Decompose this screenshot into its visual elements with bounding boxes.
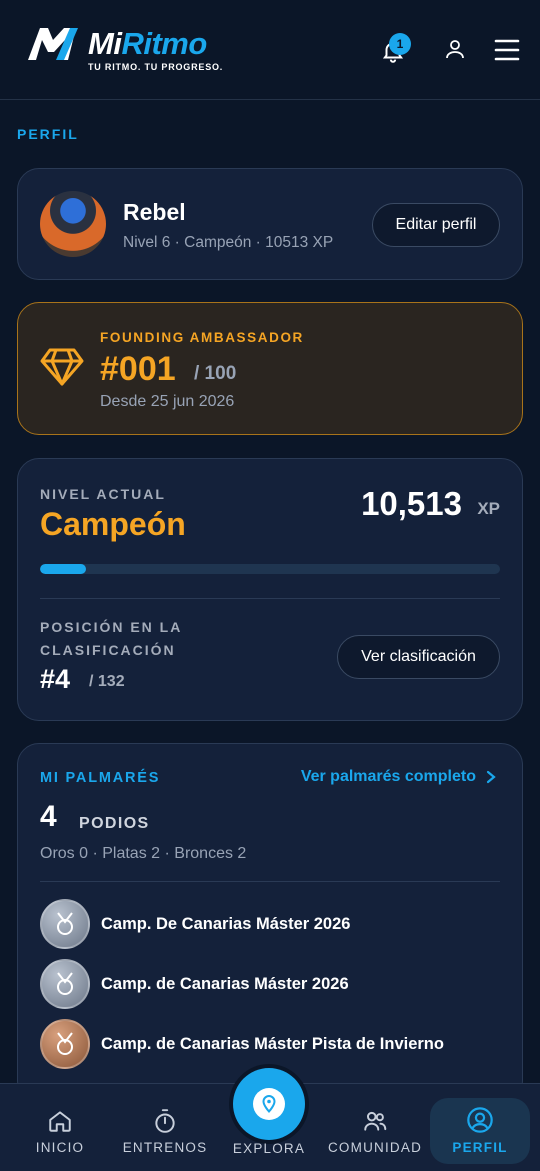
profile-name: Rebel [123, 199, 186, 225]
menu-icon[interactable] [494, 38, 520, 62]
view-palmares-link-label: Ver palmarés completo [300, 768, 476, 785]
notification-badge: 1 [389, 33, 411, 55]
view-ranking-button[interactable]: Ver clasificación [337, 635, 500, 679]
list-item[interactable]: Camp. de Canarias Máster Pista de Invier… [40, 1019, 444, 1069]
profile-card: Rebel Nivel 6 · Campeón · 10513 XP Edita… [17, 168, 523, 280]
home-icon [49, 1111, 71, 1132]
user-icon[interactable] [443, 37, 467, 61]
stopwatch-icon [155, 1109, 175, 1133]
diamond-icon [40, 348, 84, 386]
app-header: MiRitmo TU RITMO. TU PROGRESO. 1 [0, 0, 540, 100]
ambassador-total: / 100 [194, 363, 237, 384]
xp-value: 10,513 [361, 485, 462, 522]
view-palmares-link[interactable]: Ver palmarés completo [301, 768, 496, 786]
podium-count: 4 [40, 800, 57, 833]
location-pin-icon [253, 1088, 285, 1120]
brand-logo[interactable]: MiRitmo TU RITMO. TU PROGRESO. [26, 24, 222, 72]
divider [40, 881, 500, 882]
ambassador-since: Desde 25 jun 2026 [100, 393, 235, 410]
podium-title: Camp. de Canarias Máster 2026 [101, 974, 349, 993]
brand-tagline: TU RITMO. TU PROGRESO. [88, 62, 224, 72]
podium-title: Camp. de Canarias Máster Pista de Invier… [101, 1034, 444, 1053]
profile-subtitle: Nivel 6 · Campeón · 10513 XP [123, 234, 334, 251]
nav-label: INICIO [35, 1140, 85, 1155]
chevron-right-icon [486, 770, 496, 784]
rank-label: POSICIÓN EN LA CLASIFICACIÓN [40, 619, 182, 658]
podium-title: Camp. De Canarias Máster 2026 [101, 914, 351, 933]
nav-label: EXPLORA [232, 1141, 306, 1156]
list-item[interactable]: Camp. de Canarias Máster 2026 [40, 959, 349, 1009]
divider [40, 598, 500, 599]
ambassador-number: #001 [100, 350, 176, 388]
podium-count-label: PODIOS [79, 815, 150, 832]
section-title: PERFIL [17, 126, 79, 142]
level-label: NIVEL ACTUAL [40, 486, 166, 502]
nav-label: ENTRENOS [122, 1140, 208, 1155]
nav-label: COMUNIDAD [327, 1140, 423, 1155]
palmares-card: MI PALMARÉS Ver palmarés completo 4 PODI… [17, 743, 523, 1103]
nav-item-comunidad[interactable]: COMUNIDAD [325, 1084, 425, 1171]
ambassador-label: FOUNDING AMBASSADOR [100, 330, 304, 345]
rank-position: #4 [40, 664, 71, 694]
ambassador-card: FOUNDING AMBASSADOR #001 / 100 Desde 25 … [17, 302, 523, 435]
brand-name: MiRitmo [88, 26, 207, 61]
rank-total: / 132 [89, 673, 125, 690]
xp-unit: XP [477, 499, 500, 518]
level-name: Campeón [40, 506, 186, 542]
palmares-label: MI PALMARÉS [40, 770, 161, 786]
level-progress-fill [40, 564, 86, 574]
list-item[interactable]: Camp. De Canarias Máster 2026 [40, 899, 350, 949]
explora-button[interactable] [233, 1068, 305, 1140]
logo-icon [28, 28, 78, 60]
medal-breakdown: Oros 0 · Platas 2 · Bronces 2 [40, 845, 247, 862]
nav-item-entrenos[interactable]: ENTRENOS [115, 1084, 215, 1171]
level-card: NIVEL ACTUAL Campeón 10,513 XP POSICIÓN … [17, 458, 523, 721]
nav-label: PERFIL [452, 1140, 508, 1155]
bronze-medal-icon [40, 1019, 90, 1069]
silver-medal-icon [40, 959, 90, 1009]
nav-item-perfil[interactable]: PERFIL [430, 1098, 530, 1164]
nav-item-inicio[interactable]: INICIO [10, 1084, 110, 1171]
level-progress-bar [40, 564, 500, 574]
avatar[interactable] [40, 191, 106, 257]
silver-medal-icon [40, 899, 90, 949]
users-icon [364, 1111, 387, 1131]
edit-profile-button[interactable]: Editar perfil [372, 203, 500, 247]
profile-icon [467, 1107, 493, 1133]
